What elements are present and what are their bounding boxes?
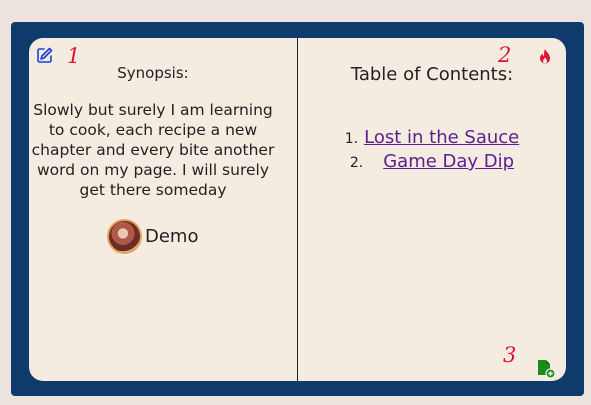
author[interactable]: Demo: [107, 217, 198, 255]
toc-item-number: 1.: [344, 131, 359, 147]
fire-icon[interactable]: [537, 48, 553, 66]
annotation-marker-3: 3: [503, 343, 517, 367]
toc-item: 1. Lost in the Sauce: [298, 127, 566, 151]
chapter-link-game-day-dip[interactable]: Game Day Dip: [383, 151, 514, 172]
recipe-book: 1 Synopsis: Slowly but surely I am learn…: [29, 38, 566, 381]
toc-title: Table of Contents:: [350, 64, 514, 85]
toc-list: 1. Lost in the Sauce 2. Game Day Dip: [298, 127, 566, 175]
edit-icon[interactable]: [36, 46, 54, 64]
right-page: Table of Contents: 1. Lost in the Sauce …: [298, 38, 566, 381]
left-page: 1 Synopsis: Slowly but surely I am learn…: [29, 38, 297, 381]
add-file-icon[interactable]: [536, 359, 556, 379]
synopsis-text: Slowly but surely I am learning to cook,…: [31, 101, 275, 199]
chapter-link-lost-in-the-sauce[interactable]: Lost in the Sauce: [364, 127, 519, 148]
avatar[interactable]: [107, 218, 142, 254]
toc-item: 2. Game Day Dip: [298, 151, 566, 175]
toc-item-number: 2.: [349, 155, 364, 171]
annotation-marker-2: 2: [498, 43, 512, 67]
author-name[interactable]: Demo: [145, 226, 198, 247]
synopsis-title: Synopsis:: [117, 64, 189, 82]
